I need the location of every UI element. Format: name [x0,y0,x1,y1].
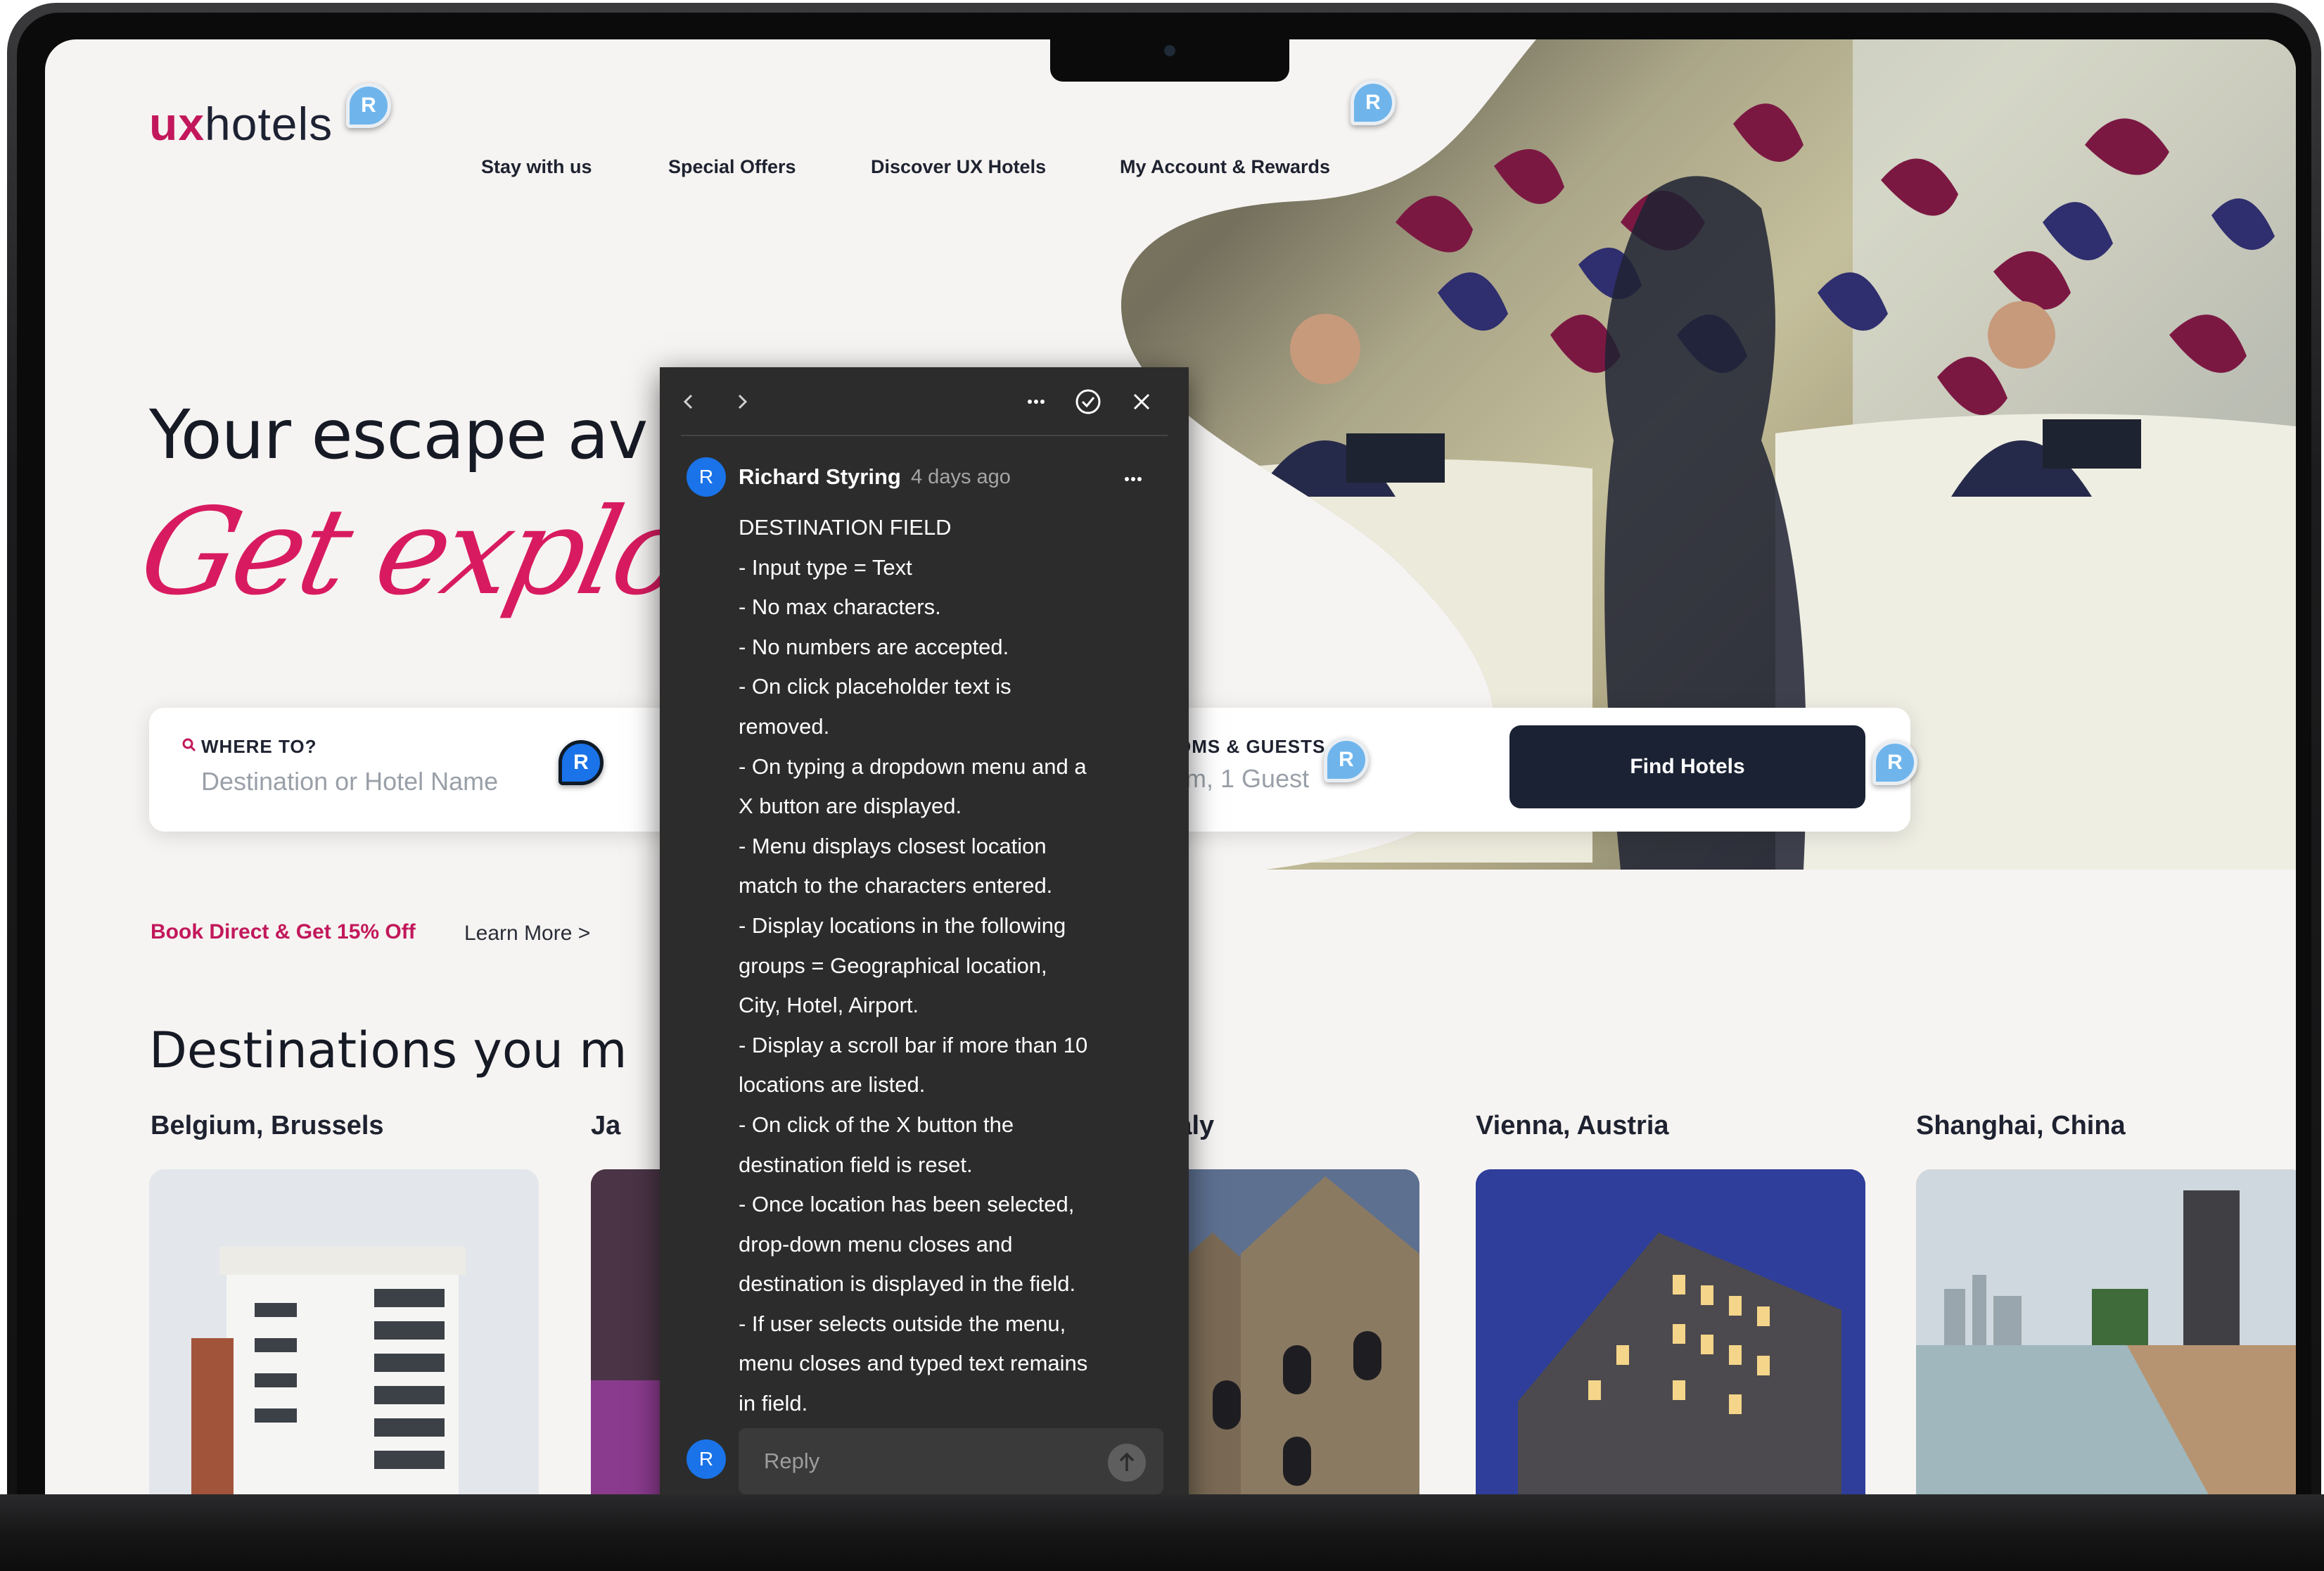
destination-image-shanghai[interactable] [1916,1169,2296,1494]
comment-line: destination is displayed in the field. [739,1271,1076,1297]
close-icon[interactable] [1127,387,1156,416]
more-horizontal-icon[interactable] [1021,387,1051,416]
chevron-left-icon[interactable] [674,387,703,416]
comment-pin-avatar[interactable]: R [346,83,391,128]
comment-line: - Input type = Text [739,554,912,580]
comment-line: match to the characters entered. [739,873,1053,898]
nav-stay-with-us[interactable]: Stay with us [481,156,592,178]
learn-more-link[interactable]: Learn More > [464,922,590,946]
comment-line: - On click of the X button the [739,1112,1014,1137]
comment-line: - On typing a dropdown menu and a [739,753,1087,779]
comment-timestamp: 4 days ago [911,466,1011,488]
book-direct-offer[interactable]: Book Direct & Get 15% Off [151,920,416,944]
destination-name[interactable]: Belgium, Brussels [151,1111,384,1141]
comment-line: DESTINATION FIELD [739,515,952,540]
nav-special-offers[interactable]: Special Offers [668,156,796,178]
send-reply-button[interactable] [1108,1444,1146,1482]
where-to-label: WHERE TO? [201,736,317,757]
comment-toolbar [660,367,1189,436]
comment-pin-avatar[interactable]: R [1351,80,1396,125]
check-circle-icon[interactable] [1073,387,1103,416]
comment-line: menu closes and typed text remains [739,1351,1088,1376]
comment-line: drop-down menu closes and [739,1231,1013,1257]
comment-line: - Display a scroll bar if more than 10 [739,1032,1088,1057]
comment-thread-panel: R Richard Styring 4 days ago DESTINATION… [660,367,1189,1494]
comment-line: City, Hotel, Airport. [739,993,919,1018]
destination-name[interactable]: Ja [591,1111,620,1141]
laptop-frame: uxhotels R Stay with us Special Offers D… [0,0,2324,1571]
comment-line: - No max characters. [739,594,941,620]
comment-author-name: Richard Styring [739,464,901,489]
comment-line: - No numbers are accepted. [739,634,1009,659]
website-screen: uxhotels R Stay with us Special Offers D… [45,39,2296,1494]
logo-hotels: hotels [205,98,333,150]
destination-input[interactable] [201,764,595,799]
reply-user-avatar: R [687,1439,726,1479]
logo-ux: ux [149,98,205,150]
camera-icon [1164,45,1175,56]
comment-pin-avatar[interactable]: R [1324,737,1369,782]
comment-line: X button are displayed. [739,794,962,819]
destinations-heading: Destinations you m [149,1022,627,1079]
nav-my-account-rewards[interactable]: My Account & Rewards [1120,156,1330,178]
comment-line: in field. [739,1391,808,1416]
reply-input[interactable] [764,1444,1073,1479]
comment-body: DESTINATION FIELD - Input type = Text - … [739,508,1161,1424]
nav-discover-ux-hotels[interactable]: Discover UX Hotels [871,156,1046,178]
find-hotels-button[interactable]: Find Hotels [1509,725,1865,808]
laptop-base [0,1494,2324,1571]
destination-name[interactable]: Vienna, Austria [1476,1111,1669,1141]
comment-pin-avatar[interactable]: R [558,740,604,785]
logo[interactable]: uxhotels [149,97,333,151]
destination-image-vienna[interactable] [1476,1169,1865,1494]
comment-more-icon[interactable] [1118,464,1148,494]
send-arrow-icon [1119,1452,1135,1471]
reply-box [739,1428,1163,1494]
comment-line: destination field is reset. [739,1152,973,1177]
comment-line: groups = Geographical location, [739,953,1047,978]
comment-pin-avatar[interactable]: R [1872,740,1917,785]
comment-line: removed. [739,713,830,739]
toolbar-divider [681,435,1168,436]
hero-title: Your escape av [149,395,648,474]
comment-line: - Menu displays closest location [739,833,1047,858]
camera-notch [1050,39,1289,82]
destination-image-brussels[interactable] [149,1169,539,1494]
comment-line: locations are listed. [739,1072,926,1098]
comment-line: - Display locations in the following [739,912,1066,938]
comment-line: - If user selects outside the menu, [739,1311,1066,1336]
chevron-right-icon[interactable] [727,387,757,416]
comment-line: - On click placeholder text is [739,674,1011,699]
destination-name[interactable]: Shanghai, China [1916,1111,2126,1141]
comment-line: - Once location has been selected, [739,1192,1075,1217]
comment-author-avatar: R [687,457,726,497]
search-icon [182,738,196,752]
